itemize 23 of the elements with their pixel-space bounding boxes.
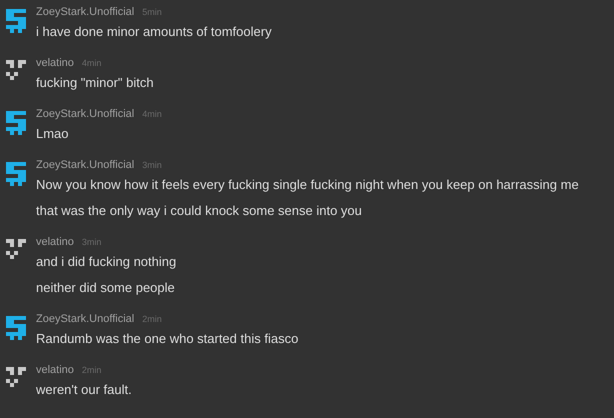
timestamp: 5min	[142, 7, 162, 17]
author-name[interactable]: ZoeyStark.Unofficial	[36, 108, 134, 120]
timestamp: 4min	[82, 58, 102, 68]
message-text: i have done minor amounts of tomfoolery	[36, 23, 272, 41]
timestamp: 4min	[142, 109, 162, 119]
message-text: and i did fucking nothing	[36, 253, 176, 271]
message-text: that was the only way i could knock some sense into you	[36, 202, 363, 220]
message-text: neither did some people	[36, 279, 176, 297]
timestamp: 3min	[82, 237, 102, 247]
timestamp: 2min	[82, 365, 102, 375]
message-text: weren't our fault.	[36, 381, 132, 399]
author-name[interactable]: velatino	[36, 236, 74, 248]
author-name[interactable]: velatino	[36, 57, 74, 69]
author-name[interactable]: velatino	[36, 364, 74, 376]
author-name[interactable]: ZoeyStark.Unofficial	[36, 6, 134, 18]
message-text: Randumb was the one who started this fiasco	[36, 330, 298, 348]
timestamp: 3min	[142, 160, 162, 170]
author-name[interactable]: ZoeyStark.Unofficial	[36, 159, 134, 171]
message-text: Lmao	[36, 125, 70, 143]
timestamp: 2min	[142, 314, 162, 324]
message-text: fucking "minor" bitch	[36, 74, 154, 92]
author-name[interactable]: ZoeyStark.Unofficial	[36, 313, 134, 325]
message-text: Now you know how it feels every fucking single fucking night when you keep on harrassing me	[36, 176, 579, 194]
